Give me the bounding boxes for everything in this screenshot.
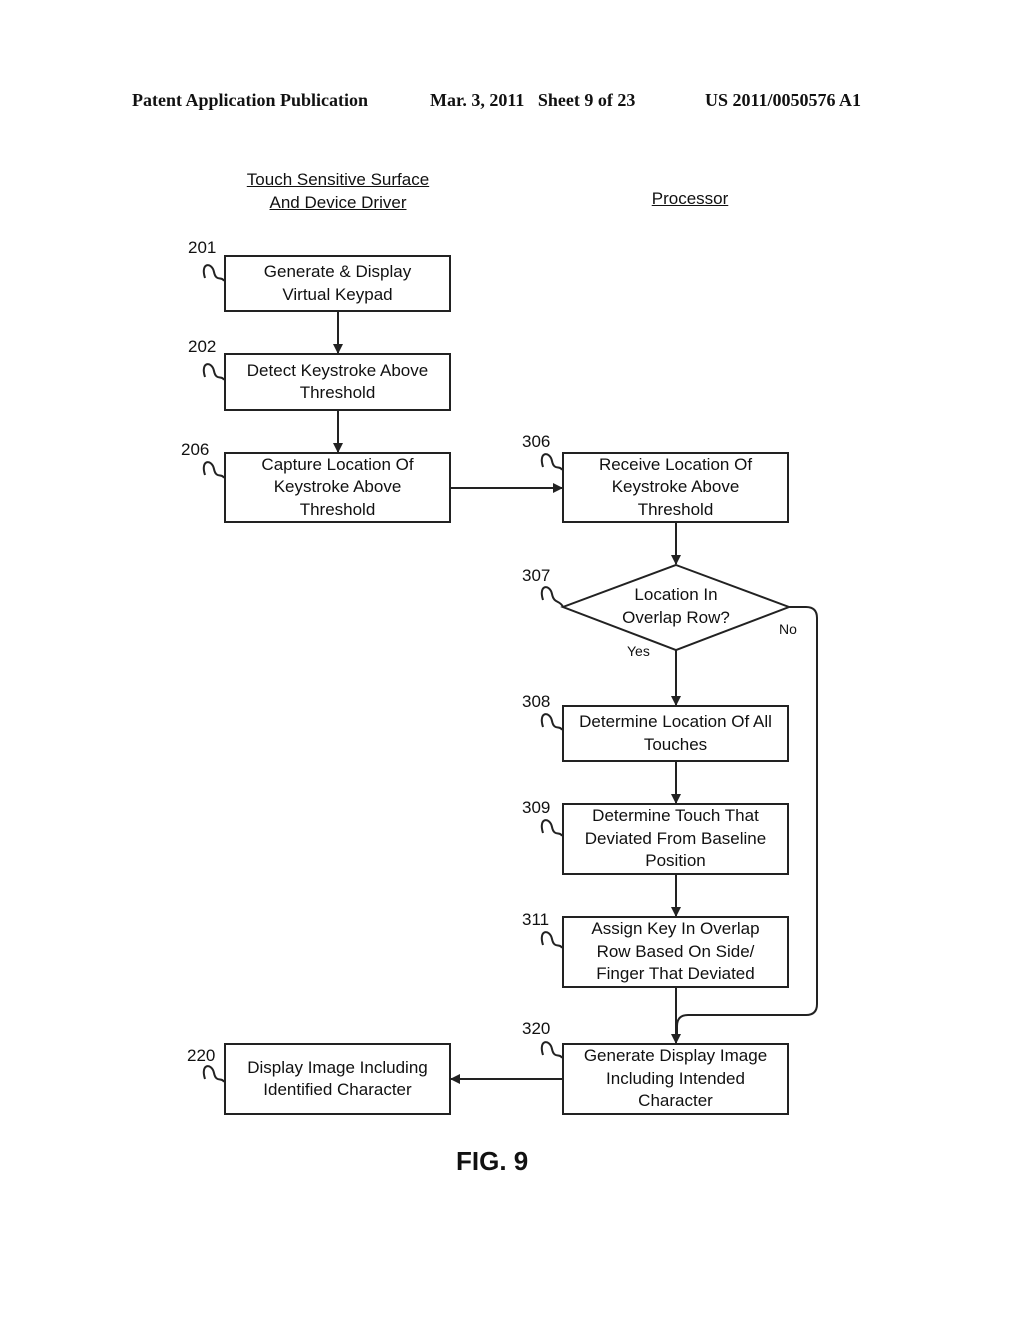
step-320-line1: Generate Display Image	[583, 1046, 768, 1066]
flow-connectors	[202, 264, 818, 1084]
step-201-box: Generate & Display Virtual Keypad	[224, 255, 451, 312]
step-306-line1: Receive Location Of	[598, 454, 753, 474]
step-206-line2: Keystroke Above	[273, 477, 402, 497]
step-311-line3: Finger That Deviated	[596, 964, 755, 984]
step-220-line1: Display Image Including	[247, 1057, 428, 1077]
figure-label: FIG. 9	[456, 1146, 529, 1176]
ref-206: 206	[181, 440, 210, 459]
step-308-box: Determine Location Of All Touches	[562, 705, 789, 762]
ref-squiggle-306	[540, 453, 563, 471]
step-220-box: Display Image Including Identified Charac…	[224, 1043, 451, 1115]
step-311-line2: Row Based On Side/	[596, 941, 755, 961]
step-202-line1: Detect Keystroke Above	[246, 360, 429, 380]
step-320-line2: Including Intended	[606, 1068, 745, 1088]
step-206-box: Capture Location Of Keystroke Above Thresh…	[224, 452, 451, 523]
step-309-line2: Deviated From Baseline	[584, 828, 767, 848]
ref-squiggle-201	[202, 264, 225, 282]
ref-201: 201	[188, 238, 217, 257]
step-206-line1: Capture Location Of	[261, 454, 414, 474]
ref-220: 220	[187, 1046, 216, 1065]
step-202-box: Detect Keystroke Above Threshold	[224, 353, 451, 411]
ref-squiggle-307	[540, 586, 564, 608]
ref-squiggle-311	[540, 931, 563, 949]
ref-311: 311	[522, 910, 550, 929]
decision-307-line1: Location In	[634, 585, 718, 604]
ref-306: 306	[522, 432, 551, 451]
decision-307-line2: Overlap Row?	[622, 607, 730, 627]
step-308-line1: Determine Location Of All	[579, 712, 772, 731]
ref-squiggle-320	[540, 1041, 563, 1059]
ref-squiggle-308	[540, 713, 563, 731]
step-309-line1: Determine Touch That	[592, 806, 759, 826]
step-311-box: Assign Key In Overlap Row Based On Side/F…	[562, 916, 789, 988]
ref-320: 320	[522, 1019, 551, 1038]
step-311-line1: Assign Key In Overlap	[591, 919, 760, 939]
step-306-line3: Threshold	[637, 499, 714, 519]
ref-squiggle-206	[202, 461, 225, 479]
ref-202: 202	[188, 337, 217, 356]
step-306-box: Receive Location Of Keystroke Above Thresh…	[562, 452, 789, 523]
decision-307-text: Location In Overlap Row?	[596, 584, 756, 629]
step-320-line3: Character	[638, 1091, 713, 1111]
step-309-line3: Position	[645, 851, 706, 871]
step-206-line3: Threshold	[299, 499, 376, 519]
step-220-line2: Identified Character	[263, 1080, 412, 1099]
step-309-box: Determine Touch That Deviated From Baseli…	[562, 803, 789, 875]
decision-no-label: No	[779, 621, 797, 637]
step-202-line2: Threshold	[299, 383, 376, 402]
ref-squiggle-202	[202, 363, 225, 381]
step-201-line1: Generate & Display	[263, 262, 412, 281]
decision-yes-label: Yes	[627, 643, 650, 659]
step-306-line2: Keystroke Above	[611, 477, 740, 497]
ref-307: 307	[522, 566, 551, 585]
step-201-line2: Virtual Keypad	[282, 284, 393, 304]
ref-309: 309	[522, 798, 551, 817]
step-308-line2: Touches	[643, 734, 708, 754]
ref-squiggle-309	[540, 819, 563, 837]
step-320-box: Generate Display Image Including Intended…	[562, 1043, 789, 1115]
ref-308: 308	[522, 692, 551, 711]
ref-squiggle-220	[202, 1065, 225, 1083]
